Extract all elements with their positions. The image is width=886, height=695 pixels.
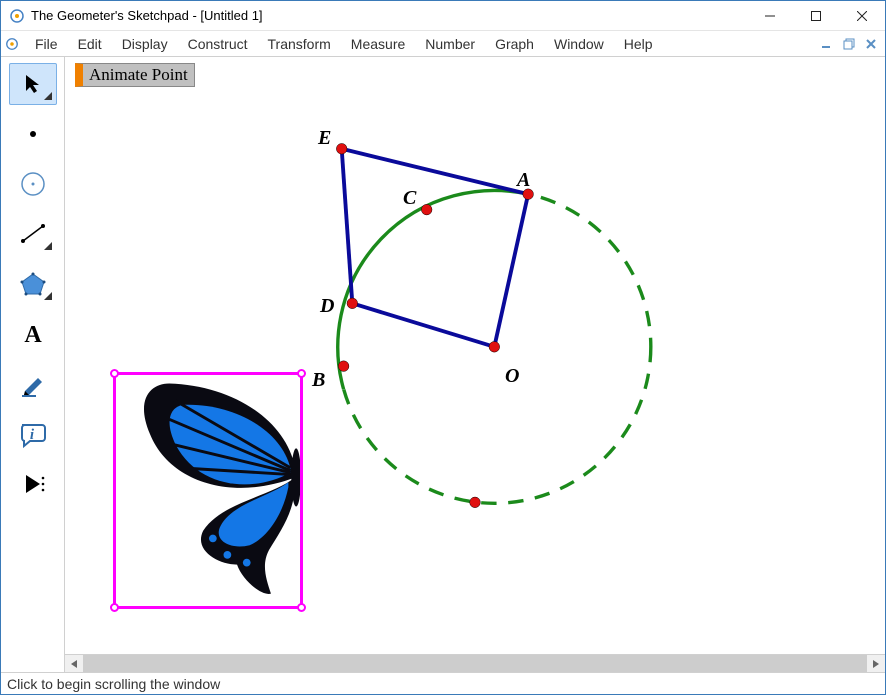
menu-measure[interactable]: Measure <box>341 33 415 55</box>
arrow-icon <box>20 71 46 97</box>
hscroll-track[interactable] <box>83 655 867 672</box>
flyout-indicator-icon <box>44 292 52 300</box>
info-tool[interactable]: i <box>9 413 57 455</box>
mdi-close-button[interactable] <box>863 36 879 52</box>
marker-tool[interactable] <box>9 363 57 405</box>
horizontal-scrollbar[interactable] <box>65 654 885 672</box>
compass-tool[interactable] <box>9 163 57 205</box>
point-icon <box>20 121 46 147</box>
window-title: The Geometer's Sketchpad - [Untitled 1] <box>31 8 747 23</box>
close-button[interactable] <box>839 1 885 31</box>
svg-text:A: A <box>24 322 42 348</box>
mdi-minimize-button[interactable] <box>819 36 835 52</box>
mdi-restore-button[interactable] <box>841 36 857 52</box>
toolbox: A i <box>1 57 65 672</box>
compass-icon <box>18 169 48 199</box>
hscroll-thumb[interactable] <box>83 655 867 672</box>
arrow-tool[interactable] <box>9 63 57 105</box>
play-icon <box>18 469 48 499</box>
custom-tool[interactable] <box>9 463 57 505</box>
document-icon <box>5 37 19 51</box>
label-c[interactable]: C <box>403 187 416 210</box>
titlebar: The Geometer's Sketchpad - [Untitled 1] <box>1 1 885 31</box>
label-e[interactable]: E <box>318 127 331 150</box>
main-area: A i <box>1 57 885 672</box>
label-a[interactable]: A <box>517 169 530 192</box>
menu-edit[interactable]: Edit <box>68 33 112 55</box>
canvas-container: Animate Point <box>65 57 885 672</box>
window-controls <box>747 1 885 31</box>
mdi-controls <box>819 36 885 52</box>
menu-construct[interactable]: Construct <box>178 33 258 55</box>
menubar: File Edit Display Construct Transform Me… <box>1 31 885 57</box>
maximize-button[interactable] <box>793 1 839 31</box>
butterfly-image <box>116 375 300 606</box>
app-icon <box>9 8 25 24</box>
statusbar: Click to begin scrolling the window <box>1 672 885 694</box>
menu-number[interactable]: Number <box>415 33 485 55</box>
marker-icon <box>18 369 48 399</box>
menu-window[interactable]: Window <box>544 33 614 55</box>
label-d[interactable]: D <box>320 295 334 318</box>
straightedge-tool[interactable] <box>9 213 57 255</box>
point-tool[interactable] <box>9 113 57 155</box>
menu-transform[interactable]: Transform <box>258 33 341 55</box>
polygon-tool[interactable] <box>9 263 57 305</box>
label-o[interactable]: O <box>505 365 519 388</box>
sketch-canvas[interactable]: Animate Point <box>65 57 885 654</box>
image-selection-box[interactable] <box>113 372 303 609</box>
label-b[interactable]: B <box>312 369 325 392</box>
status-text: Click to begin scrolling the window <box>7 676 220 692</box>
flyout-indicator-icon <box>44 242 52 250</box>
text-icon: A <box>18 319 48 349</box>
minimize-button[interactable] <box>747 1 793 31</box>
info-icon: i <box>18 419 48 449</box>
scroll-right-icon[interactable] <box>867 655 885 672</box>
menu-file[interactable]: File <box>25 33 68 55</box>
scroll-left-icon[interactable] <box>65 655 83 672</box>
text-tool[interactable]: A <box>9 313 57 355</box>
menu-graph[interactable]: Graph <box>485 33 544 55</box>
menu-help[interactable]: Help <box>614 33 663 55</box>
menu-display[interactable]: Display <box>112 33 178 55</box>
flyout-indicator-icon <box>44 92 52 100</box>
